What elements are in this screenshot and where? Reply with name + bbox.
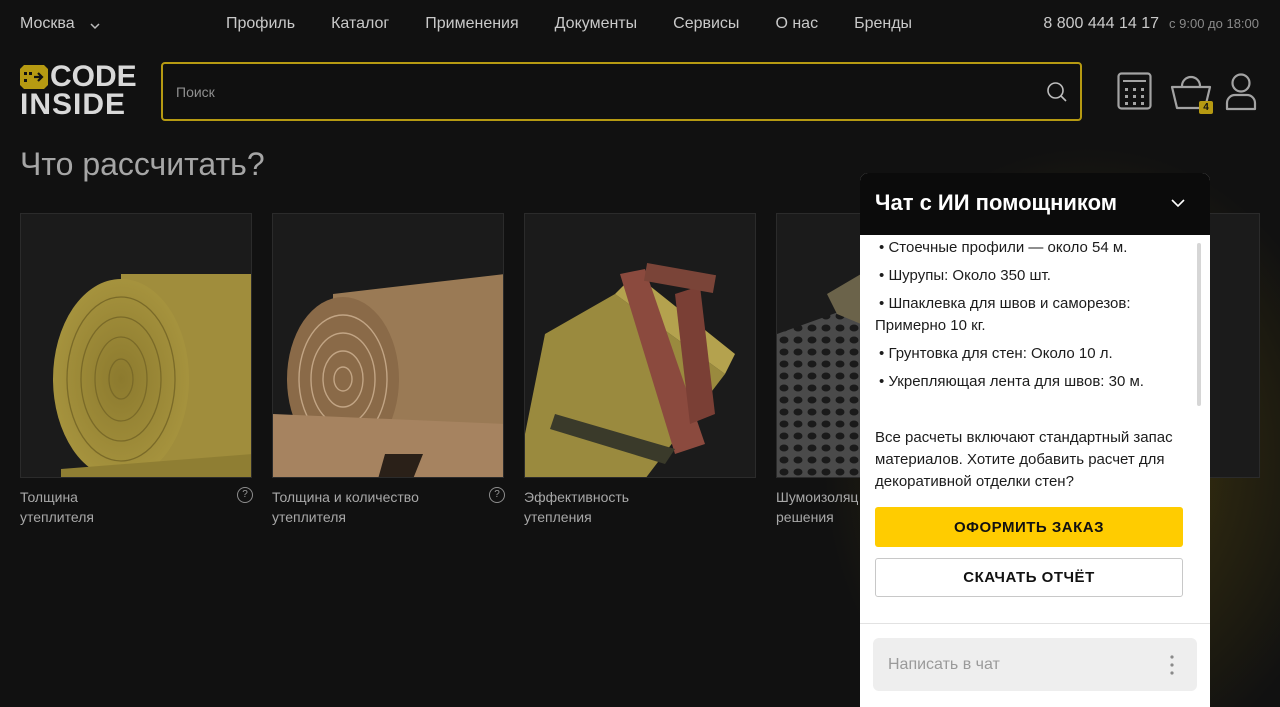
cart-count-badge: 4 bbox=[1199, 101, 1213, 114]
page-title: Что рассчитать? bbox=[20, 146, 265, 182]
calc-card-efficiency[interactable] bbox=[524, 213, 756, 478]
more-options-icon[interactable] bbox=[1169, 654, 1175, 676]
chat-summary-text: Все расчеты включают стандартный запас м… bbox=[875, 429, 1173, 490]
card-label-efficiency[interactable]: Эффективность утепления bbox=[524, 487, 644, 527]
search-box bbox=[161, 62, 1082, 121]
place-order-button[interactable]: ОФОРМИТЬ ЗАКАЗ bbox=[875, 507, 1183, 547]
nav-item-documents[interactable]: Документы bbox=[555, 15, 637, 33]
chevron-down-icon[interactable] bbox=[1170, 195, 1186, 211]
sound-insulation-image bbox=[777, 274, 861, 477]
chat-header: Чат с ИИ помощником bbox=[860, 173, 1210, 235]
calculator-icon[interactable] bbox=[1117, 72, 1152, 110]
logo-mark-icon bbox=[20, 65, 48, 89]
chat-input-area bbox=[873, 638, 1197, 691]
list-item: • Шурупы: Около 350 шт. bbox=[879, 267, 1051, 284]
nav-item-brands[interactable]: Бренды bbox=[854, 15, 912, 33]
search-input[interactable] bbox=[176, 64, 1026, 119]
download-report-button[interactable]: СКАЧАТЬ ОТЧЁТ bbox=[875, 558, 1183, 597]
calc-card-thickness-quantity[interactable] bbox=[272, 213, 504, 478]
insulation-roll-image bbox=[53, 274, 251, 477]
ai-chat-widget: Чат с ИИ помощником • Стоечные профили —… bbox=[860, 173, 1210, 707]
wall-frame-image bbox=[525, 263, 735, 477]
phone-number[interactable]: 8 800 444 14 17 bbox=[1043, 15, 1159, 33]
nav-item-catalog[interactable]: Каталог bbox=[331, 15, 389, 33]
main-nav: Профиль Каталог Применения Документы Сер… bbox=[226, 15, 912, 33]
chevron-down-icon bbox=[90, 23, 100, 30]
city-selector[interactable]: Москва bbox=[20, 15, 101, 33]
list-item: • Грунтовка для стен: Около 10 л. bbox=[879, 345, 1113, 362]
help-icon[interactable]: ? bbox=[489, 487, 505, 503]
chat-scrollbar[interactable] bbox=[1197, 243, 1201, 406]
card-label-sound-insulation[interactable]: Шумоизоляц решения bbox=[776, 487, 858, 527]
search-icon[interactable] bbox=[1046, 81, 1068, 103]
nav-item-applications[interactable]: Применения bbox=[425, 15, 518, 33]
nav-item-profile[interactable]: Профиль bbox=[226, 15, 295, 33]
calc-card-thickness[interactable] bbox=[20, 213, 252, 478]
divider bbox=[860, 623, 1210, 624]
logo-text-line2: INSIDE bbox=[20, 88, 127, 121]
logo[interactable]: CODE INSIDE bbox=[20, 61, 138, 121]
contact-phone: 8 800 444 14 17 с 9:00 до 18:00 bbox=[1043, 15, 1259, 33]
list-item: • Стоечные профили — около 54 м. bbox=[879, 239, 1128, 256]
card-label-thickness[interactable]: Толщина утеплителя bbox=[20, 487, 110, 527]
glass-wool-roll-image bbox=[273, 274, 503, 477]
nav-item-about[interactable]: О нас bbox=[775, 15, 818, 33]
city-label: Москва bbox=[20, 15, 75, 32]
help-icon[interactable]: ? bbox=[237, 487, 253, 503]
card-label-thickness-quantity[interactable]: Толщина и количество утеплителя bbox=[272, 487, 442, 527]
top-bar: Москва Профиль Каталог Применения Докуме… bbox=[0, 0, 1280, 48]
chat-input[interactable] bbox=[888, 638, 1158, 691]
list-item: • Шпаклевка для швов и саморезов: Пример… bbox=[875, 295, 1131, 334]
working-hours: с 9:00 до 18:00 bbox=[1169, 16, 1259, 31]
chat-title: Чат с ИИ помощником bbox=[875, 190, 1118, 215]
user-icon[interactable] bbox=[1224, 72, 1258, 112]
list-item: • Укрепляющая лента для швов: 30 м. bbox=[879, 373, 1144, 390]
nav-item-services[interactable]: Сервисы bbox=[673, 15, 739, 33]
